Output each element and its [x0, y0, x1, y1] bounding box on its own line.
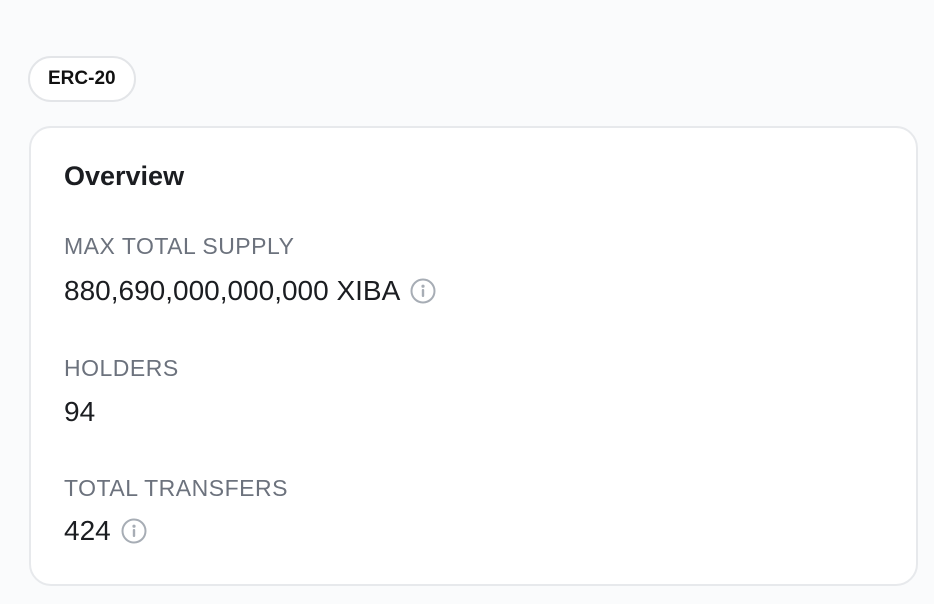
max-total-supply-label: MAX TOTAL SUPPLY [64, 233, 295, 259]
holders-row: 94 [64, 396, 95, 428]
total-transfers-value: 424 [64, 515, 111, 546]
token-standard-label: ERC-20 [48, 68, 116, 89]
info-icon[interactable] [121, 518, 147, 544]
info-icon[interactable] [410, 278, 436, 304]
total-transfers-label: TOTAL TRANSFERS [64, 475, 288, 501]
max-total-supply-value: 880,690,000,000,000 XIBA [64, 275, 401, 306]
overview-title: Overview [64, 161, 185, 191]
holders-label: HOLDERS [64, 355, 179, 381]
token-standard-badge: ERC-20 [28, 56, 136, 102]
total-transfers-row: 424 [64, 515, 147, 547]
overview-card: Overview MAX TOTAL SUPPLY 880,690,000,00… [29, 126, 918, 586]
holders-value: 94 [64, 396, 96, 427]
max-total-supply-row: 880,690,000,000,000 XIBA [64, 275, 436, 307]
